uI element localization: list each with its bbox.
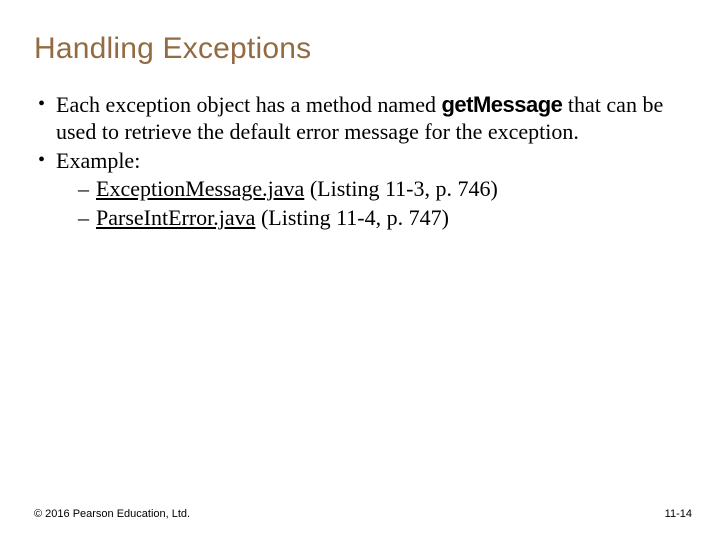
bullet-item-2: Example: ExceptionMessage.java (Listing …: [34, 148, 680, 232]
sub-bullet-2: ParseIntError.java (Listing 11-4, p. 747…: [56, 205, 680, 232]
sub-bullet-1: ExceptionMessage.java (Listing 11-3, p. …: [56, 176, 680, 203]
link-exception-message[interactable]: ExceptionMessage.java: [96, 176, 304, 201]
slide-title: Handling Exceptions: [34, 32, 311, 66]
sub1-rest: (Listing 11-3, p. 746): [304, 176, 498, 201]
sub2-rest: (Listing 11-4, p. 747): [255, 205, 449, 230]
b1-code: getMessage: [441, 92, 562, 117]
b1-text-pre: Each exception object has a method named: [56, 92, 441, 117]
b2-text: Example:: [56, 148, 140, 173]
bullet-item-1: Each exception object has a method named…: [34, 92, 680, 146]
slide-body: Each exception object has a method named…: [34, 92, 680, 234]
footer-page-number: 11-14: [665, 508, 692, 520]
link-parse-int-error[interactable]: ParseIntError.java: [96, 205, 255, 230]
footer-copyright: © 2016 Pearson Education, Ltd.: [34, 508, 190, 520]
sub-bullet-list: ExceptionMessage.java (Listing 11-3, p. …: [56, 176, 680, 232]
slide: Handling Exceptions Each exception objec…: [0, 0, 720, 540]
bullet-list: Each exception object has a method named…: [34, 92, 680, 232]
